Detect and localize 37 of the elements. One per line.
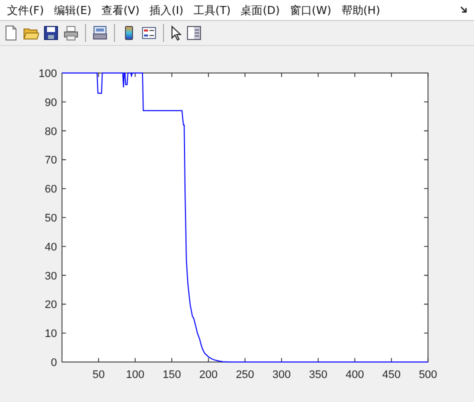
x-tick-label: 400 bbox=[346, 369, 364, 381]
menu-item[interactable]: 查看(V) bbox=[98, 2, 147, 18]
y-tick-label: 20 bbox=[44, 299, 57, 312]
printer-icon[interactable] bbox=[63, 25, 79, 41]
property-editor-icon[interactable] bbox=[186, 25, 202, 41]
pointer-icon[interactable] bbox=[170, 25, 182, 41]
new-file-icon[interactable] bbox=[3, 25, 19, 41]
x-tick-label: 100 bbox=[126, 369, 144, 381]
y-tick-label: 0 bbox=[50, 357, 57, 369]
menu-item[interactable]: 插入(I) bbox=[146, 2, 190, 18]
x-tick-label: 300 bbox=[272, 369, 291, 381]
legend-icon[interactable] bbox=[141, 25, 157, 41]
menu-item[interactable]: 桌面(D) bbox=[238, 2, 287, 18]
y-tick-label: 70 bbox=[44, 154, 57, 167]
menu-item[interactable]: 工具(T) bbox=[190, 2, 238, 18]
save-icon[interactable] bbox=[43, 25, 59, 41]
y-tick-label: 80 bbox=[44, 126, 57, 138]
x-tick-label: 200 bbox=[199, 369, 218, 381]
y-tick-label: 50 bbox=[44, 212, 57, 224]
y-tick-label: 90 bbox=[44, 96, 57, 109]
dock-arrow-icon[interactable] bbox=[460, 6, 468, 14]
menu-item[interactable]: 编辑(E) bbox=[50, 2, 98, 18]
print-preview-icon[interactable] bbox=[92, 25, 108, 41]
x-tick-label: 500 bbox=[418, 369, 438, 381]
y-tick-label: 10 bbox=[44, 328, 57, 340]
x-tick-label: 450 bbox=[382, 369, 401, 381]
y-tick-label: 60 bbox=[44, 184, 57, 196]
menu-item[interactable]: 窗口(W) bbox=[286, 2, 338, 18]
menu-item[interactable]: 文件(F) bbox=[4, 2, 51, 18]
y-tick-label: 30 bbox=[44, 270, 57, 282]
x-tick-label: 350 bbox=[309, 369, 328, 381]
x-tick-label: 150 bbox=[162, 369, 181, 381]
y-tick-label: 100 bbox=[38, 68, 57, 80]
menu-item[interactable]: 帮助(H) bbox=[338, 2, 388, 18]
x-tick-label: 50 bbox=[92, 369, 105, 381]
x-tick-label: 250 bbox=[236, 369, 254, 381]
y-tick-label: 40 bbox=[44, 241, 57, 254]
